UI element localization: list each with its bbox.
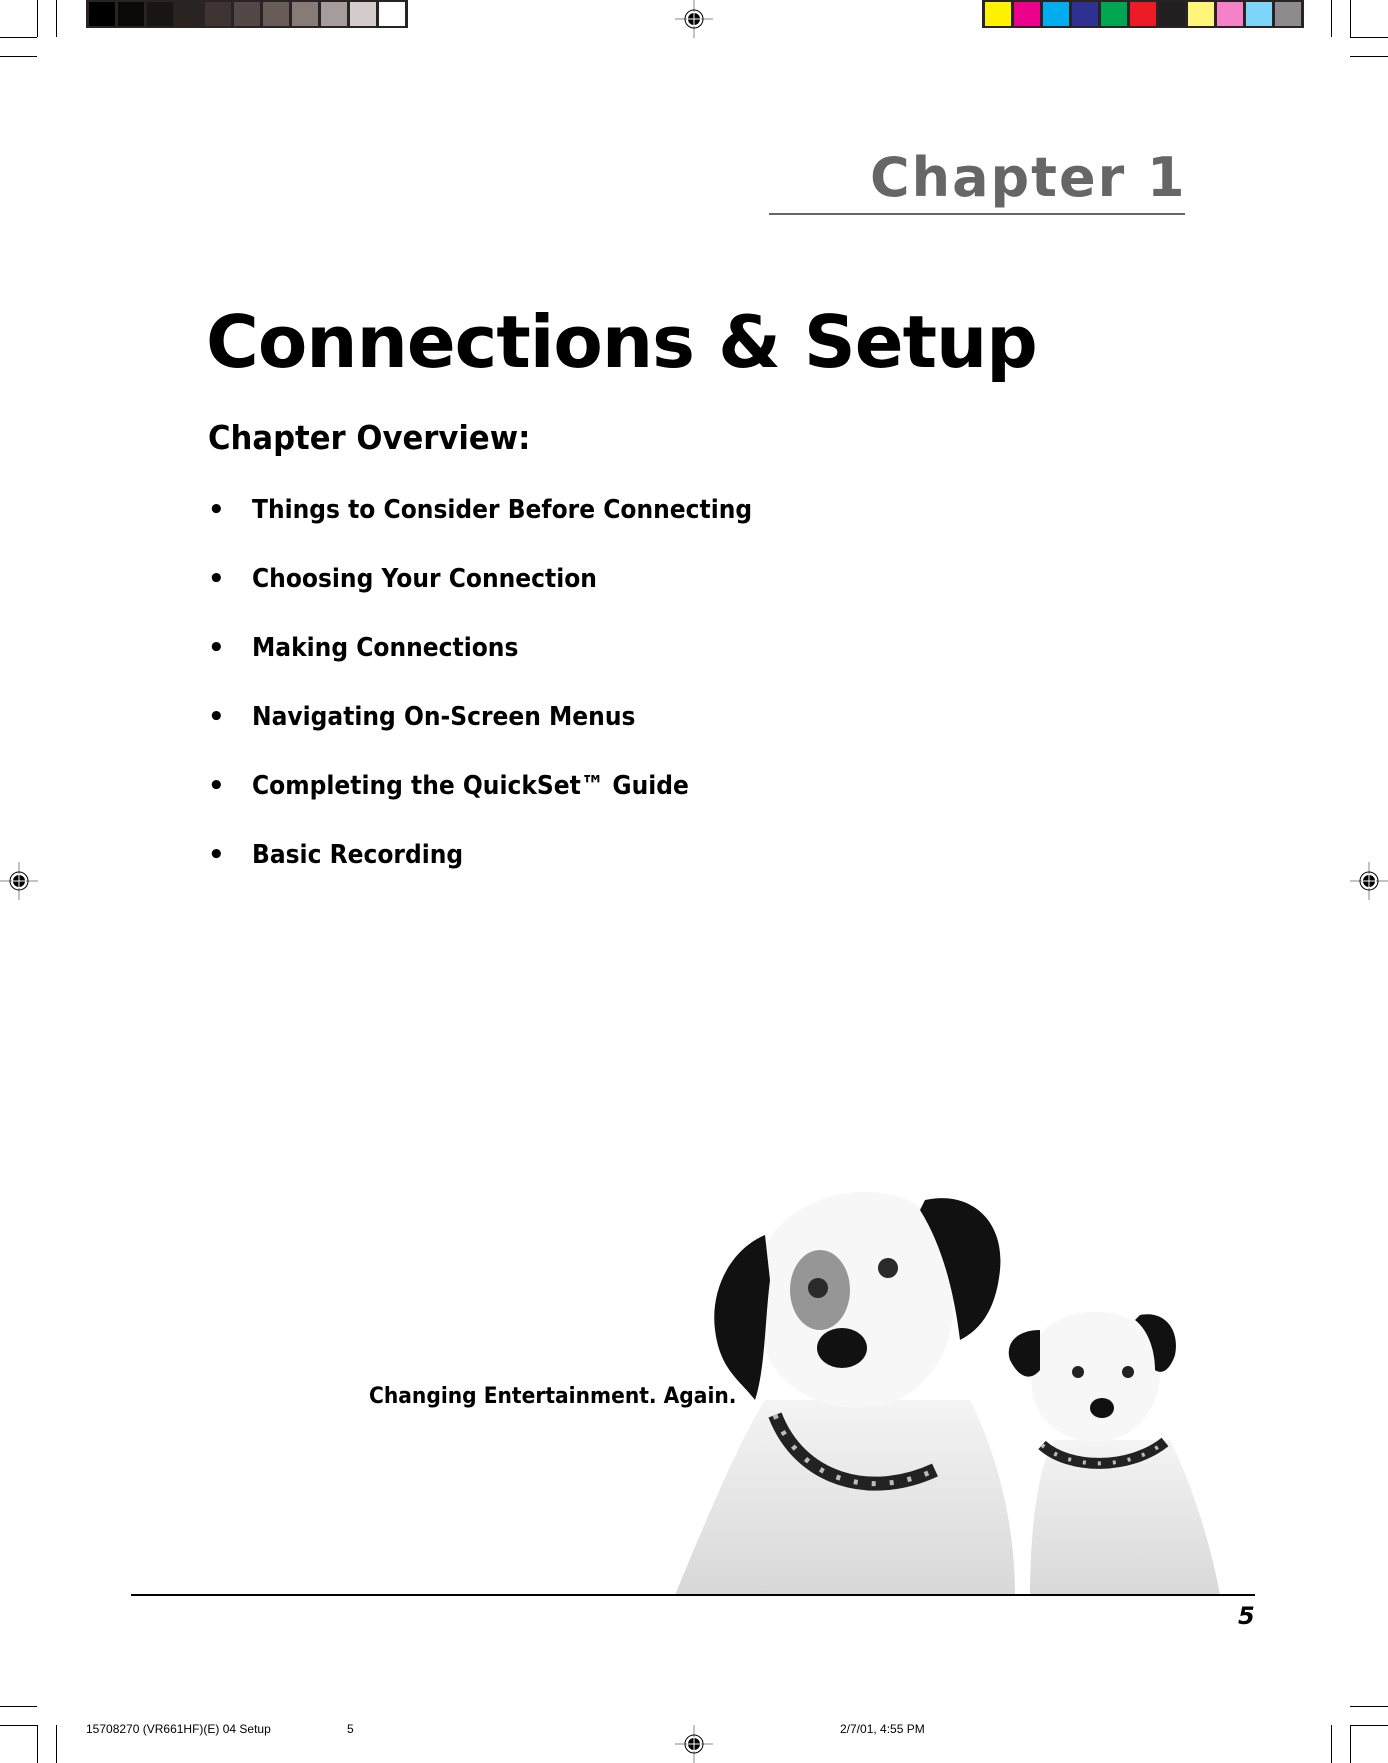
color-swatch: [985, 2, 1011, 26]
chapter-label: Chapter 1: [870, 146, 1187, 209]
crop-mark: [1350, 56, 1388, 57]
crop-mark: [0, 56, 37, 57]
registration-mark-icon: [675, 1725, 713, 1763]
page-title: Connections & Setup: [206, 300, 1038, 384]
color-swatch: [321, 2, 347, 26]
color-swatch: [176, 2, 202, 26]
color-swatch: [350, 2, 376, 26]
overview-list-item: • Navigating On-Screen Menus: [208, 702, 808, 771]
bullet-icon: •: [208, 702, 225, 732]
crop-mark: [1350, 37, 1388, 38]
bullet-icon: •: [208, 495, 225, 525]
overview-item-label: Basic Recording: [252, 840, 464, 870]
color-swatch: [1246, 2, 1272, 26]
crop-mark: [1350, 1725, 1388, 1726]
bullet-icon: •: [208, 564, 225, 594]
color-swatch: [1159, 2, 1185, 26]
bullet-icon: •: [208, 771, 225, 801]
color-swatch: [379, 2, 405, 26]
color-swatch: [118, 2, 144, 26]
crop-mark: [1350, 1706, 1388, 1707]
slug-file: 15708270 (VR661HF)(E) 04 Setup: [86, 1722, 271, 1736]
color-swatch: [263, 2, 289, 26]
overview-item-label: Navigating On-Screen Menus: [252, 702, 636, 732]
crop-mark: [0, 1725, 37, 1726]
crop-mark: [1350, 0, 1351, 37]
bullet-icon: •: [208, 633, 225, 663]
color-swatch: [1130, 2, 1156, 26]
color-swatch: [1101, 2, 1127, 26]
color-swatch: [292, 2, 318, 26]
overview-list-item: • Completing the QuickSet™ Guide: [208, 771, 808, 840]
overview-item-label: Things to Consider Before Connecting: [252, 495, 753, 525]
page-rule: [131, 1594, 1255, 1596]
color-swatch: [205, 2, 231, 26]
overview-list-item: • Basic Recording: [208, 840, 808, 909]
bullet-icon: •: [208, 840, 225, 870]
color-swatch: [147, 2, 173, 26]
crop-mark: [1331, 1725, 1332, 1763]
overview-item-label: Completing the QuickSet™ Guide: [252, 771, 689, 801]
crop-mark: [37, 0, 38, 37]
overview-list: • Things to Consider Before Connecting • Ch…: [208, 495, 808, 909]
crop-mark: [0, 37, 37, 38]
registration-mark-icon: [0, 862, 38, 900]
overview-list-item: • Choosing Your Connection: [208, 564, 808, 633]
crop-mark: [0, 1706, 37, 1707]
overview-item-label: Making Connections: [252, 633, 519, 663]
overview-list-item: • Things to Consider Before Connecting: [208, 495, 808, 564]
color-swatch: [1043, 2, 1069, 26]
page-number: 5: [1238, 1602, 1255, 1630]
registration-mark-icon: [675, 0, 713, 38]
color-swatch: [1275, 2, 1301, 26]
crop-mark: [1331, 0, 1332, 37]
color-swatch: [89, 2, 115, 26]
overview-heading: Chapter Overview:: [208, 418, 531, 457]
color-swatch: [1014, 2, 1040, 26]
color-swatch: [1217, 2, 1243, 26]
grayscale-swatch-strip: [86, 0, 408, 28]
crop-mark: [56, 1725, 57, 1763]
color-swatch: [1188, 2, 1214, 26]
slug-page: 5: [347, 1722, 354, 1736]
slug-timestamp: 2/7/01, 4:55 PM: [840, 1722, 925, 1736]
crop-mark: [56, 0, 57, 37]
two-dogs-photo-icon: [675, 1191, 1220, 1595]
overview-item-label: Choosing Your Connection: [252, 564, 597, 594]
color-swatch: [234, 2, 260, 26]
color-swatch: [1072, 2, 1098, 26]
crop-mark: [1350, 1725, 1351, 1763]
overview-list-item: • Making Connections: [208, 633, 808, 702]
color-swatch-strip: [982, 0, 1304, 28]
chapter-rule: [769, 213, 1185, 215]
crop-mark: [37, 1725, 38, 1763]
registration-mark-icon: [1350, 862, 1388, 900]
